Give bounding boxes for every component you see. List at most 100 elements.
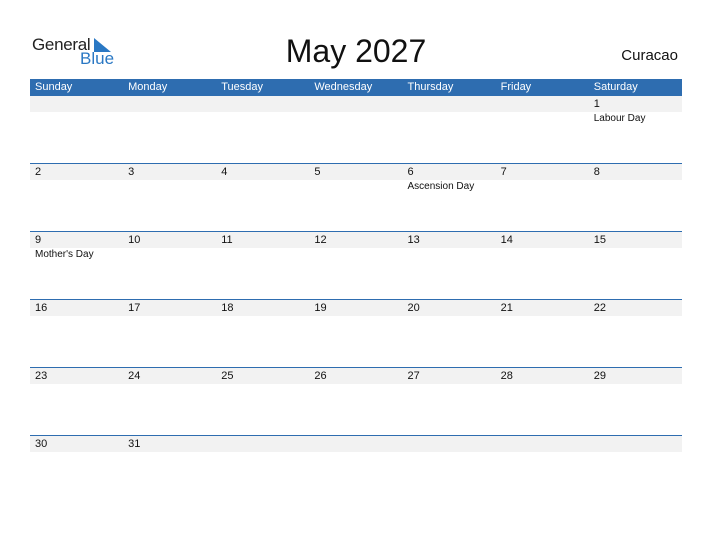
day-number: 14 [500, 234, 513, 246]
week-row: 2 3 4 5 6 Ascension Day 7 8 [30, 163, 682, 231]
weekday-tuesday: Tuesday [221, 81, 264, 93]
day-number: 1 [593, 98, 600, 110]
day-cell: 14 [496, 232, 589, 262]
weekday-friday: Friday [500, 81, 532, 93]
day-cell: 2 [30, 164, 123, 194]
page-title: May 2027 [285, 33, 427, 69]
country-label: Curacao [621, 47, 678, 64]
day-number: 5 [314, 166, 321, 178]
weeks-container: 1 Labour Day 2 3 4 5 6 Ascension Day 7 8 9 Mother's… [30, 96, 682, 503]
week-row: 30 31 [30, 435, 682, 503]
holiday-label: Ascension Day [407, 181, 475, 192]
day-cell: 3 [123, 164, 216, 194]
day-cell: 16 [30, 300, 123, 316]
day-number: 15 [593, 234, 606, 246]
day-cell [403, 96, 496, 126]
day-number [408, 436, 496, 452]
day-cell: 17 [123, 300, 216, 316]
day-cell: 19 [309, 300, 402, 316]
day-number: 17 [128, 302, 141, 314]
day-number: 29 [593, 370, 606, 382]
day-number: 12 [314, 234, 327, 246]
day-cell: 6 Ascension Day [403, 164, 496, 194]
day-cell: 29 [589, 368, 682, 384]
day-cell: 9 Mother's Day [30, 232, 123, 262]
week-days: 9 Mother's Day 10 11 12 13 14 15 [30, 232, 682, 262]
weekday-thursday: Thursday [407, 81, 454, 93]
day-number: 23 [35, 370, 48, 382]
day-number [408, 96, 496, 112]
day-cell [403, 436, 496, 452]
day-number: 6 [407, 166, 414, 178]
day-number: 24 [128, 370, 141, 382]
day-cell: 22 [589, 300, 682, 316]
day-cell [30, 96, 123, 126]
day-cell: 7 [496, 164, 589, 194]
day-number [314, 96, 402, 112]
calendar-grid: Sunday Monday Tuesday Wednesday Thursday… [30, 79, 682, 503]
day-cell [589, 436, 682, 452]
day-cell [309, 96, 402, 126]
day-number: 4 [221, 166, 228, 178]
day-cell [496, 436, 589, 452]
day-cell: 31 [123, 436, 216, 452]
week-row: 23 24 25 26 27 28 29 [30, 367, 682, 435]
day-cell: 24 [123, 368, 216, 384]
week-row: 1 Labour Day [30, 96, 682, 163]
weekday-monday: Monday [128, 81, 168, 93]
day-number: 8 [593, 166, 600, 178]
weekday-header: Sunday Monday Tuesday Wednesday Thursday… [30, 79, 682, 96]
day-cell: 26 [309, 368, 402, 384]
day-number: 19 [314, 302, 327, 314]
weekday-wednesday: Wednesday [314, 81, 373, 93]
day-cell: 21 [496, 300, 589, 316]
day-cell: 12 [309, 232, 402, 262]
day-number: 9 [35, 234, 42, 246]
day-number [314, 436, 402, 452]
day-number: 25 [221, 370, 234, 382]
day-number [594, 436, 682, 452]
day-number: 22 [593, 302, 606, 314]
week-row: 9 Mother's Day 10 11 12 13 14 15 [30, 231, 682, 299]
day-number: 21 [500, 302, 513, 314]
day-cell [216, 436, 309, 452]
day-cell [496, 96, 589, 126]
day-cell: 30 [30, 436, 123, 452]
day-number: 13 [407, 234, 420, 246]
week-days: 30 31 [30, 436, 682, 452]
week-days: 2 3 4 5 6 Ascension Day 7 8 [30, 164, 682, 194]
day-number [221, 436, 309, 452]
day-cell: 8 [589, 164, 682, 194]
day-number: 10 [128, 234, 141, 246]
day-cell: 18 [216, 300, 309, 316]
day-cell: 1 Labour Day [589, 96, 682, 126]
holiday-label: Mother's Day [35, 249, 94, 260]
day-cell: 25 [216, 368, 309, 384]
day-number: 31 [128, 438, 141, 450]
day-number: 27 [407, 370, 420, 382]
weekday-saturday: Saturday [593, 81, 638, 93]
day-cell [309, 436, 402, 452]
day-cell: 23 [30, 368, 123, 384]
day-cell: 27 [403, 368, 496, 384]
day-number: 20 [407, 302, 420, 314]
day-number: 3 [128, 166, 135, 178]
day-number: 11 [221, 234, 233, 246]
day-number: 7 [500, 166, 507, 178]
day-cell: 5 [309, 164, 402, 194]
day-number [501, 96, 589, 112]
day-cell [216, 96, 309, 126]
day-number: 16 [35, 302, 48, 314]
day-cell: 4 [216, 164, 309, 194]
day-cell: 10 [123, 232, 216, 262]
day-cell: 20 [403, 300, 496, 316]
day-cell: 11 [216, 232, 309, 262]
day-number [221, 96, 309, 112]
day-number [501, 436, 589, 452]
week-days: 16 17 18 19 20 21 22 [30, 300, 682, 316]
day-number [128, 96, 216, 112]
holiday-label: Labour Day [593, 113, 646, 124]
week-row: 16 17 18 19 20 21 22 [30, 299, 682, 367]
week-days: 1 Labour Day [30, 96, 682, 126]
day-cell: 15 [589, 232, 682, 262]
